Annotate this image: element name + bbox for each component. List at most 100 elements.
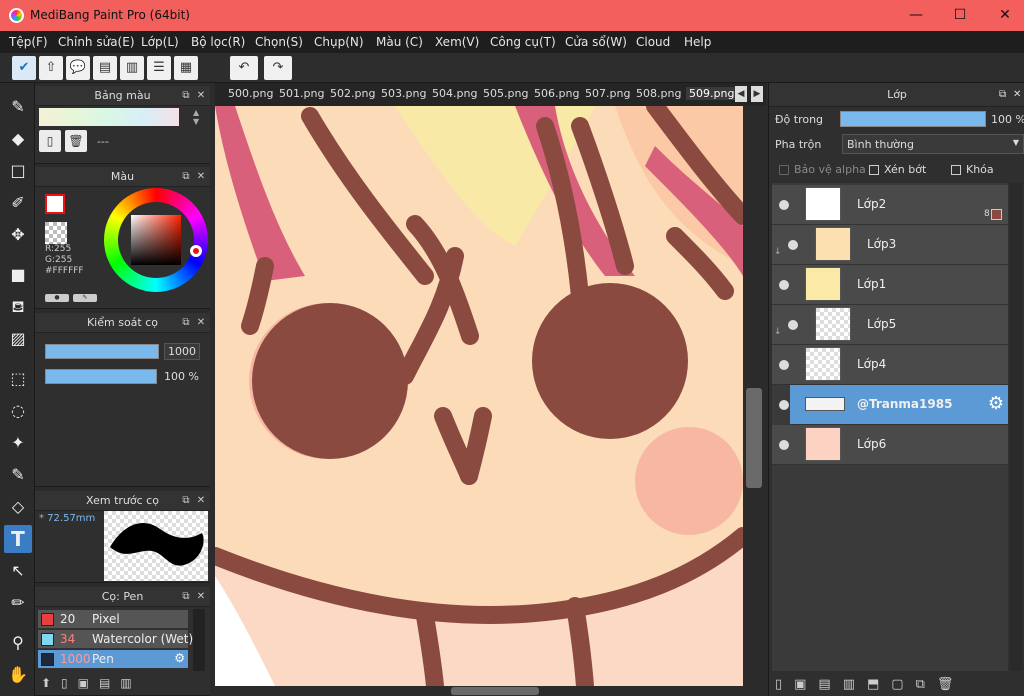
layer-list-scrollbar[interactable] bbox=[1010, 183, 1022, 671]
select-rect-icon[interactable]: ⬚ bbox=[4, 365, 32, 393]
layer-item[interactable]: ↓ Lớp3 bbox=[772, 225, 1008, 265]
layer-item[interactable]: Lớp1 bbox=[772, 265, 1008, 305]
layer-opacity-slider[interactable] bbox=[840, 111, 986, 127]
close-panel-icon[interactable]: ✕ bbox=[1013, 83, 1021, 107]
minimize-icon[interactable]: — bbox=[902, 5, 930, 25]
layer-item-active[interactable]: @Tranma1985 ⚙ bbox=[779, 385, 1008, 425]
popout-icon[interactable]: ⧉ bbox=[180, 167, 192, 187]
menu-cloud[interactable]: Cloud bbox=[636, 35, 670, 49]
eye-icon[interactable] bbox=[788, 320, 798, 330]
bucket-tool-icon[interactable]: ⛾ bbox=[4, 293, 32, 321]
lasso-tool-icon[interactable]: ◌ bbox=[4, 397, 32, 425]
upload-icon[interactable]: ⇧ bbox=[39, 56, 63, 80]
color-picker-icon[interactable]: ✎ bbox=[73, 294, 97, 302]
menu-file[interactable]: Tệp(F) bbox=[9, 35, 48, 49]
color-wheel[interactable] bbox=[104, 188, 208, 292]
tab-505[interactable]: 505.png bbox=[483, 87, 528, 100]
text-tool-icon[interactable]: T bbox=[4, 525, 32, 553]
eye-icon[interactable] bbox=[779, 400, 789, 410]
transparent-color[interactable] bbox=[45, 222, 67, 244]
brush-opacity-slider[interactable] bbox=[45, 369, 157, 384]
fill-rect-icon[interactable]: ■ bbox=[4, 261, 32, 289]
foreground-color[interactable] bbox=[45, 194, 65, 214]
clipping-checkbox[interactable] bbox=[869, 165, 879, 175]
lock-checkbox[interactable] bbox=[951, 165, 961, 175]
operation-tool-icon[interactable]: ↖ bbox=[4, 557, 32, 585]
menu-edit[interactable]: Chỉnh sửa(E) bbox=[58, 35, 135, 49]
drawing-canvas[interactable] bbox=[215, 106, 743, 686]
swatch-scroll-icon[interactable]: ▲ ▼ bbox=[193, 108, 199, 126]
eyedropper-icon[interactable]: ⚲ bbox=[4, 629, 32, 657]
eye-icon[interactable] bbox=[788, 240, 798, 250]
list-icon[interactable]: ☰ bbox=[147, 56, 171, 80]
menu-filter[interactable]: Bộ lọc(R) bbox=[191, 35, 245, 49]
dot-brush-icon[interactable]: ✐ bbox=[4, 189, 32, 217]
move-tool-icon[interactable]: ✥ bbox=[4, 221, 32, 249]
tab-509[interactable]: 509.png bbox=[686, 87, 738, 100]
undo-icon[interactable]: ↶ bbox=[230, 56, 258, 80]
comment-icon[interactable]: 💬 bbox=[66, 56, 90, 80]
select-eraser-icon[interactable]: ◇ bbox=[4, 493, 32, 521]
swatch-row[interactable] bbox=[39, 108, 179, 126]
menu-select[interactable]: Chọn(S) bbox=[255, 35, 303, 49]
tab-504[interactable]: 504.png bbox=[432, 87, 477, 100]
tab-502[interactable]: 502.png bbox=[330, 87, 375, 100]
close-icon[interactable]: ✕ bbox=[991, 5, 1019, 25]
close-panel-icon[interactable]: ✕ bbox=[195, 587, 207, 607]
brush-tool-icon[interactable]: ✎ bbox=[4, 93, 32, 121]
popout-icon[interactable]: ⧉ bbox=[180, 491, 192, 511]
close-panel-icon[interactable]: ✕ bbox=[195, 491, 207, 511]
gear-icon[interactable]: ⚙ bbox=[174, 651, 185, 665]
popout-icon[interactable]: ⧉ bbox=[180, 86, 192, 106]
eye-icon[interactable] bbox=[779, 440, 789, 450]
tab-501[interactable]: 501.png bbox=[279, 87, 324, 100]
brush-size-slider[interactable] bbox=[45, 344, 159, 359]
tab-503[interactable]: 503.png bbox=[381, 87, 426, 100]
tab-506[interactable]: 506.png bbox=[534, 87, 579, 100]
canvas-vertical-scrollbar[interactable] bbox=[743, 106, 765, 686]
layer-item[interactable]: Lớp2 8 bbox=[772, 185, 1008, 225]
close-panel-icon[interactable]: ✕ bbox=[195, 86, 207, 106]
popout-icon[interactable]: ⧉ bbox=[180, 587, 192, 607]
brush-size-value[interactable]: 1000 bbox=[164, 343, 200, 360]
tab-507[interactable]: 507.png bbox=[585, 87, 630, 100]
layer-item[interactable]: ↓ Lớp5 bbox=[772, 305, 1008, 345]
menu-layer[interactable]: Lớp(L) bbox=[141, 35, 179, 49]
menu-snap[interactable]: Chụp(N) bbox=[314, 35, 364, 49]
document-icon[interactable]: ▥ bbox=[120, 56, 144, 80]
eraser-tool-icon[interactable]: ◆ bbox=[4, 125, 32, 153]
brush-item-pen[interactable]: 1000 Pen ⚙ bbox=[38, 650, 188, 669]
select-pen-icon[interactable]: ✎ bbox=[4, 461, 32, 489]
gear-icon[interactable]: ⚙ bbox=[988, 393, 1004, 414]
close-panel-icon[interactable]: ✕ bbox=[195, 313, 207, 333]
menu-window[interactable]: Cửa sổ(W) bbox=[565, 35, 627, 49]
popout-icon[interactable]: ⧉ bbox=[999, 83, 1006, 107]
eye-icon[interactable] bbox=[779, 200, 789, 210]
check-icon[interactable]: ✔ bbox=[12, 56, 36, 80]
redo-icon[interactable]: ↷ bbox=[264, 56, 292, 80]
tab-500[interactable]: 500.png bbox=[228, 87, 273, 100]
magic-wand-icon[interactable]: ✦ bbox=[4, 429, 32, 457]
brush-item-watercolor[interactable]: 34 Watercolor (Wet) bbox=[38, 630, 193, 649]
popout-icon[interactable]: ⧉ bbox=[180, 313, 192, 333]
color-option-icon[interactable]: ● bbox=[45, 294, 69, 302]
blend-mode-select[interactable]: Bình thường ▼ bbox=[842, 134, 1024, 154]
chat-icon[interactable]: ▤ bbox=[93, 56, 117, 80]
grid-icon[interactable]: ▦ bbox=[174, 56, 198, 80]
eye-icon[interactable] bbox=[779, 280, 789, 290]
trash-icon[interactable]: 🗑 bbox=[65, 130, 87, 152]
close-panel-icon[interactable]: ✕ bbox=[195, 167, 207, 187]
horizontal-scroll-thumb[interactable] bbox=[451, 687, 539, 695]
brush-item-pixel[interactable]: 20 Pixel bbox=[38, 610, 188, 629]
rect-tool-icon[interactable]: □ bbox=[4, 157, 32, 185]
tab-508[interactable]: 508.png bbox=[636, 87, 681, 100]
canvas-horizontal-scrollbar[interactable] bbox=[215, 686, 743, 696]
menu-color[interactable]: Màu (C) bbox=[376, 35, 423, 49]
layer-item[interactable]: Lớp6 bbox=[772, 425, 1008, 465]
saturation-square[interactable] bbox=[131, 215, 181, 265]
brush-list-scrollbar[interactable] bbox=[193, 609, 205, 671]
eye-icon[interactable] bbox=[779, 360, 789, 370]
divide-tool-icon[interactable]: ✏ bbox=[4, 589, 32, 617]
protect-alpha-checkbox[interactable] bbox=[779, 165, 789, 175]
hue-handle[interactable] bbox=[190, 245, 202, 257]
